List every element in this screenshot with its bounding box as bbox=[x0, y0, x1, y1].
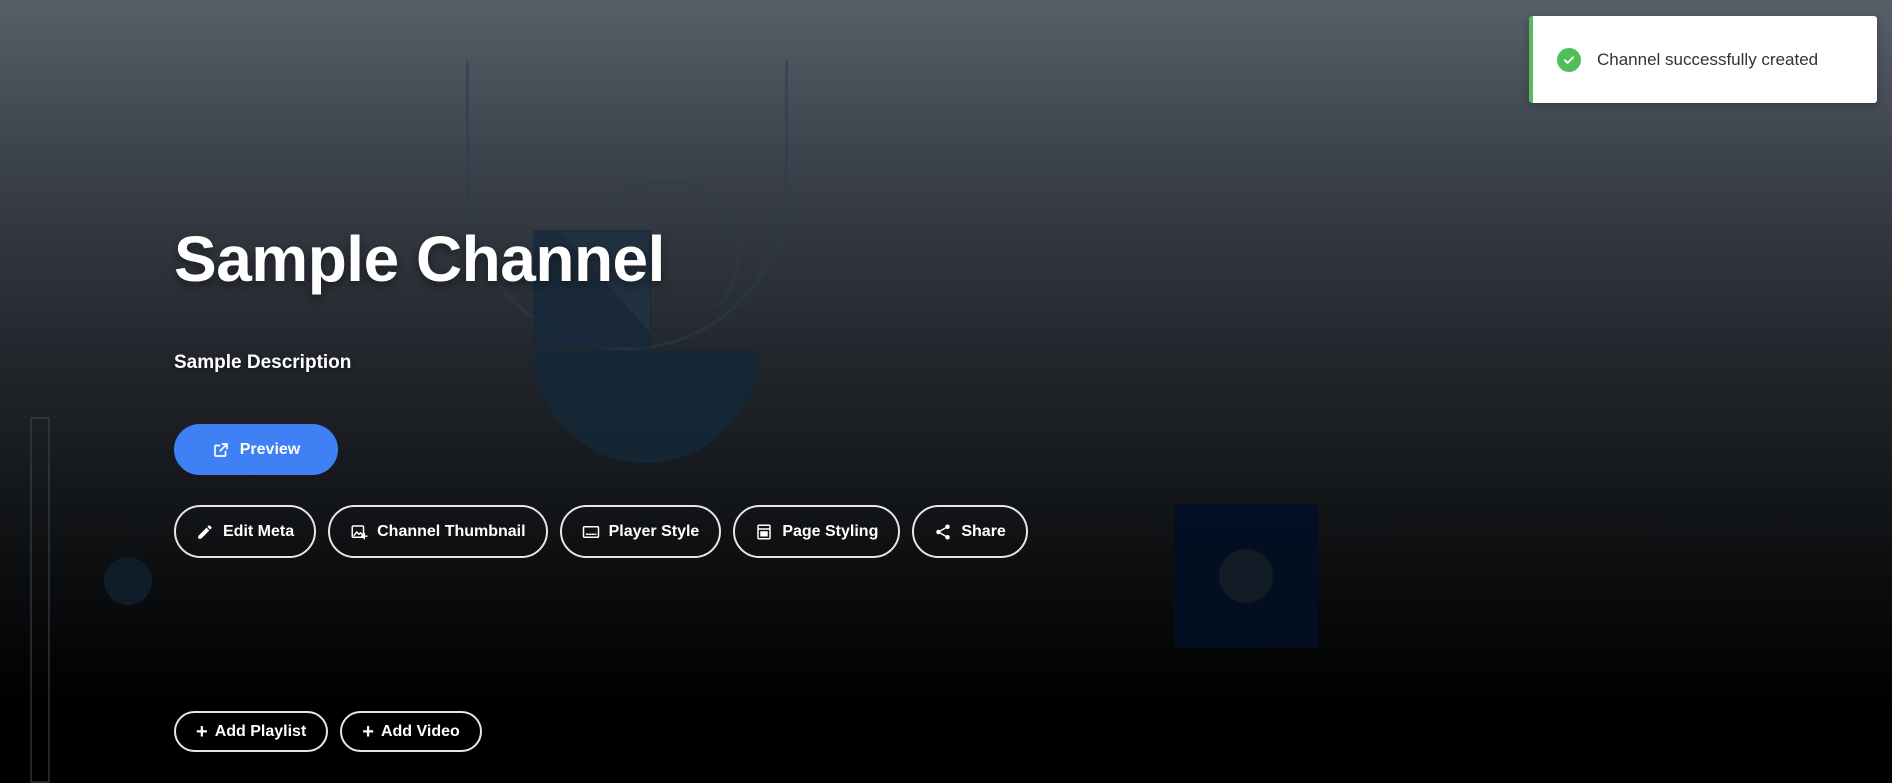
background-square-decoration-right bbox=[1174, 504, 1318, 648]
page-style-icon bbox=[755, 523, 773, 541]
background-half-disc-decoration bbox=[533, 350, 759, 463]
channel-description: Sample Description bbox=[174, 352, 352, 373]
background-dot-decoration bbox=[104, 557, 152, 605]
image-add-icon bbox=[350, 523, 368, 541]
channel-thumbnail-button[interactable]: Channel Thumbnail bbox=[328, 505, 548, 558]
player-style-button[interactable]: Player Style bbox=[559, 505, 722, 558]
page-styling-button[interactable]: Page Styling bbox=[733, 505, 901, 558]
add-video-label: Add Video bbox=[380, 722, 460, 740]
preview-button[interactable]: Preview bbox=[174, 424, 338, 475]
channel-title: Sample Channel bbox=[174, 223, 665, 295]
edit-meta-button[interactable]: Edit Meta bbox=[174, 505, 317, 558]
preview-button-label: Preview bbox=[239, 440, 301, 458]
share-label: Share bbox=[961, 522, 1006, 540]
channel-action-buttons: Edit Meta Channel Thumbnail Player Style… bbox=[174, 505, 1028, 558]
add-playlist-button[interactable]: + Add Playlist bbox=[174, 711, 329, 752]
player-icon bbox=[582, 523, 600, 541]
background-bar-decoration bbox=[30, 417, 50, 783]
background-dot-decoration-right bbox=[1219, 549, 1273, 603]
page-styling-label: Page Styling bbox=[782, 522, 879, 540]
share-button[interactable]: Share bbox=[912, 505, 1028, 558]
pencil-icon bbox=[196, 523, 214, 541]
content-add-buttons: + Add Playlist + Add Video bbox=[174, 711, 482, 752]
plus-icon: + bbox=[196, 720, 208, 743]
success-toast[interactable]: Channel successfully created bbox=[1529, 16, 1877, 103]
check-circle-icon bbox=[1557, 47, 1581, 72]
edit-meta-label: Edit Meta bbox=[223, 522, 295, 540]
external-link-icon bbox=[212, 441, 230, 459]
add-video-button[interactable]: + Add Video bbox=[340, 711, 482, 752]
background-arc-decoration bbox=[466, 60, 788, 350]
player-style-label: Player Style bbox=[608, 522, 700, 540]
plus-icon: + bbox=[362, 720, 374, 743]
share-icon bbox=[934, 523, 952, 541]
toast-message: Channel successfully created bbox=[1597, 49, 1819, 69]
channel-thumbnail-label: Channel Thumbnail bbox=[377, 522, 526, 540]
add-playlist-label: Add Playlist bbox=[214, 722, 307, 740]
